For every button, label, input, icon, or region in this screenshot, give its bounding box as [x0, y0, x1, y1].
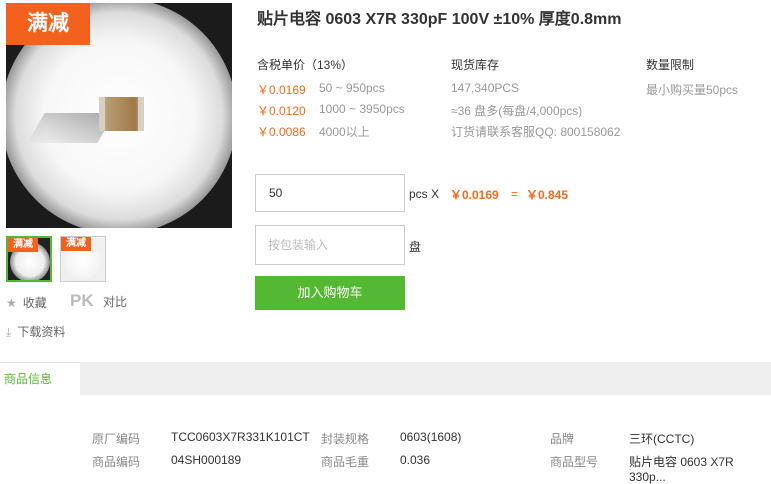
- stock-reels: ≈36 盘多(每盘/4,000pcs): [451, 104, 583, 118]
- spec-key: 商品毛重: [321, 455, 370, 469]
- tier-3-range: 4000以上: [319, 125, 370, 139]
- spec-value: 三环(CCTC): [629, 432, 695, 446]
- spec-key: 品牌: [550, 432, 575, 446]
- favorite-label: 收藏: [22, 296, 47, 310]
- tier-2-range: 1000 ~ 3950pcs: [319, 102, 405, 116]
- price-header: 含税单价（13%）: [257, 58, 354, 72]
- spec-value: 04SH000189: [171, 453, 242, 467]
- discount-badge: 满减: [6, 3, 90, 45]
- download-icon: ⤓: [6, 325, 12, 339]
- spec-key: 原厂编码: [92, 432, 141, 446]
- min-purchase: 最小购买量50pcs: [646, 83, 739, 97]
- limit-header: 数量限制: [646, 58, 695, 72]
- product-title: 贴片电容 0603 X7R 330pF 100V ±10% 厚度0.8mm: [257, 11, 622, 28]
- quantity-input[interactable]: 50: [255, 174, 405, 212]
- unit-label: pcs X: [409, 187, 440, 201]
- reel-quantity-input[interactable]: 按包装输入: [255, 225, 405, 265]
- download-label: 下载资料: [17, 325, 66, 339]
- thumbnail-1[interactable]: 满减: [6, 236, 52, 282]
- tab-product-info[interactable]: 商品信息: [0, 362, 80, 395]
- spec-value: TCC0603X7R331K101CT: [171, 430, 310, 444]
- tier-2-price: ￥0.0120: [257, 104, 306, 118]
- tier-1-price: ￥0.0169: [257, 83, 306, 97]
- equals-sign: =: [511, 187, 519, 201]
- download-datasheet-link[interactable]: ⤓ 下载资料: [6, 323, 65, 340]
- favorite-button[interactable]: ★ 收藏: [6, 294, 47, 311]
- stock-quantity: 147,340PCS: [451, 81, 520, 95]
- spec-key: 商品型号: [550, 455, 599, 469]
- total-price: ￥0.845: [526, 188, 569, 202]
- stock-header: 现货库存: [451, 58, 500, 72]
- spec-key: 商品编码: [92, 455, 141, 469]
- thumbnail-2[interactable]: 满减: [60, 236, 106, 282]
- thumbnail-badge: 满减: [8, 238, 38, 252]
- spec-value: 0.036: [400, 453, 431, 467]
- compare-label: 对比: [102, 295, 127, 309]
- stock-contact: 订货请联系客服QQ: 800158062: [451, 125, 621, 139]
- tier-1-range: 50 ~ 950pcs: [319, 81, 385, 95]
- star-icon: ★: [6, 296, 17, 310]
- tier-3-price: ￥0.0086: [257, 125, 306, 139]
- pk-icon: PK: [70, 291, 94, 310]
- unit-price: ￥0.0169: [450, 188, 499, 202]
- tab-bar: [0, 362, 771, 395]
- add-to-cart-button[interactable]: 加入购物车: [255, 276, 405, 310]
- reel-label: 盘: [409, 240, 422, 254]
- spec-value: 0603(1608): [400, 430, 462, 444]
- spec-value: 贴片电容 0603 X7R 330p...: [629, 455, 734, 484]
- thumbnail-badge: 满减: [61, 237, 91, 251]
- compare-button[interactable]: PK 对比: [70, 291, 127, 311]
- spec-key: 封装规格: [321, 432, 370, 446]
